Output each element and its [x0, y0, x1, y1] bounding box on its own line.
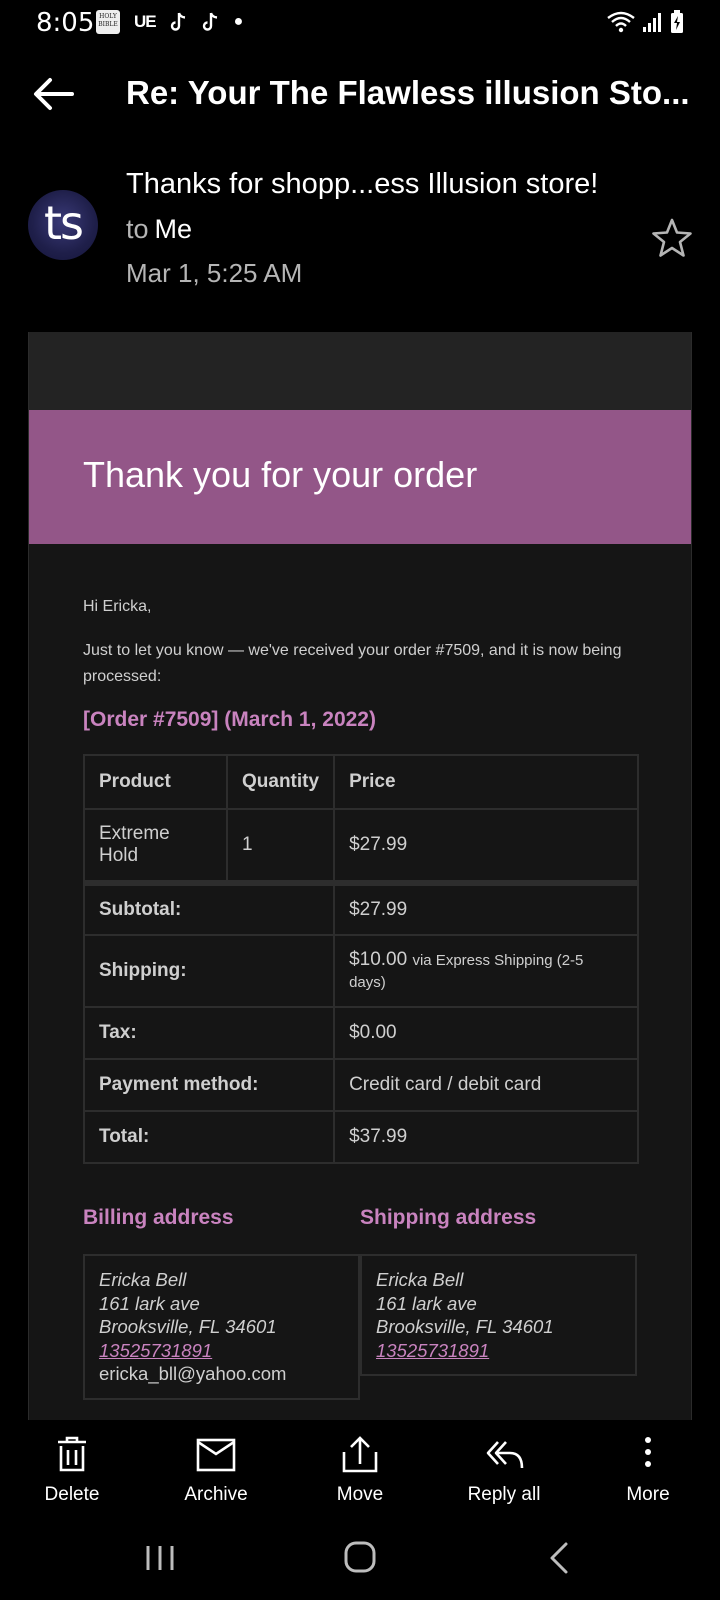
to-label: to — [126, 214, 149, 244]
column-header: Price — [333, 754, 639, 810]
table-header-row: Product Quantity Price — [83, 754, 639, 810]
billing-city: Brooksville, FL 34601 — [99, 1316, 277, 1337]
order-table: Product Quantity Price Extreme Hold 1 $2… — [82, 754, 639, 1164]
order-banner: Thank you for your order — [29, 410, 691, 544]
billing-heading: Billing address — [83, 1206, 234, 1229]
shipping-name: Ericka Bell — [376, 1269, 464, 1290]
subtotal-label: Subtotal: — [82, 880, 336, 936]
address-headings: Billing address Shipping address — [83, 1206, 637, 1230]
home-button[interactable] — [340, 1540, 380, 1576]
signal-icon — [643, 13, 661, 32]
payment-row: Payment method: Credit card / debit card — [82, 1058, 639, 1112]
payment-label: Payment method: — [82, 1058, 336, 1112]
shipping-value: $10.00 via Express Shipping (2-5 days) — [333, 934, 639, 1008]
billing-name: Ericka Bell — [99, 1269, 187, 1290]
product-price: $27.99 — [333, 808, 639, 884]
home-icon — [344, 1541, 376, 1573]
reply-all-icon — [486, 1441, 524, 1469]
battery-charging-icon — [671, 10, 683, 33]
archive-icon — [196, 1438, 236, 1472]
more-vertical-icon — [645, 1437, 651, 1467]
star-icon — [652, 218, 692, 257]
shipping-amount: $10.00 — [349, 949, 408, 970]
intro-text: Just to let you know — we've received yo… — [83, 642, 622, 685]
more-button[interactable]: More — [576, 1420, 720, 1516]
move-icon — [342, 1436, 378, 1473]
sender-snippet: Thanks for shopp...ess Illusion store! — [126, 168, 599, 200]
dot-icon: ● — [233, 13, 244, 30]
back-button[interactable] — [30, 74, 78, 114]
nav-back-button[interactable] — [540, 1540, 580, 1576]
tax-label: Tax: — [82, 1006, 336, 1060]
shipping-address: Ericka Bell 161 lark ave Brooksville, FL… — [360, 1254, 637, 1376]
product-name: Extreme Hold — [83, 808, 228, 884]
greeting: Hi Ericka, — [83, 598, 152, 615]
subtotal-row: Subtotal: $27.99 — [82, 880, 639, 936]
address-boxes: Ericka Bell 161 lark ave Brooksville, FL… — [83, 1254, 637, 1400]
total-label: Total: — [82, 1110, 336, 1164]
action-bar: Delete Archive Move Reply all More — [0, 1420, 720, 1516]
email-content: Hi Ericka, Just to let you know — we've … — [29, 544, 691, 1400]
email-subject: Re: Your The Flawless illusion Sto... — [126, 74, 690, 111]
banner-title: Thank you for your order — [83, 454, 478, 495]
chevron-left-icon — [550, 1542, 568, 1574]
status-bar: 8:05 HOLY BIBLE UE ● — [0, 0, 720, 46]
recipient-name: Me — [154, 214, 193, 244]
tiktok-icon — [202, 12, 217, 31]
arrow-left-icon — [34, 78, 74, 110]
subtotal-value: $27.99 — [333, 880, 639, 936]
ue-icon: UE — [134, 12, 157, 31]
tax-value: $0.00 — [333, 1006, 639, 1060]
column-header: Product — [83, 754, 228, 810]
column-header: Quantity — [225, 754, 336, 810]
email-top-spacer — [29, 332, 691, 410]
archive-label: Archive — [184, 1484, 248, 1505]
shipping-label: Shipping: — [82, 934, 336, 1008]
shipping-city: Brooksville, FL 34601 — [376, 1316, 554, 1337]
delete-button[interactable]: Delete — [0, 1420, 144, 1516]
recents-button[interactable] — [140, 1540, 180, 1576]
email-body[interactable]: Thank you for your order Hi Ericka, Just… — [28, 332, 692, 1420]
product-quantity: 1 — [225, 808, 336, 884]
tax-row: Tax: $0.00 — [82, 1006, 639, 1060]
billing-address: Ericka Bell 161 lark ave Brooksville, FL… — [83, 1254, 360, 1400]
payment-value: Credit card / debit card — [333, 1058, 639, 1112]
recents-icon — [146, 1546, 174, 1570]
reply-all-button[interactable]: Reply all — [432, 1420, 576, 1516]
shipping-phone-link[interactable]: 13525731891 — [376, 1339, 623, 1363]
recipient-line[interactable]: to Me — [126, 214, 192, 245]
billing-email[interactable]: ericka_bll@yahoo.com — [99, 1362, 346, 1386]
archive-button[interactable]: Archive — [144, 1420, 288, 1516]
total-value: $37.99 — [333, 1110, 639, 1164]
reply-all-label: Reply all — [467, 1484, 541, 1505]
total-row: Total: $37.99 — [82, 1110, 639, 1164]
shipping-row: Shipping: $10.00 via Express Shipping (2… — [82, 934, 639, 1008]
table-row: Extreme Hold 1 $27.99 — [83, 808, 639, 884]
system-nav-bar — [0, 1516, 720, 1600]
billing-street: 161 lark ave — [99, 1292, 200, 1314]
move-button[interactable]: Move — [288, 1420, 432, 1516]
more-label: More — [626, 1484, 670, 1505]
notification-icons: HOLY BIBLE UE ● — [96, 10, 243, 34]
trash-icon — [58, 1436, 86, 1472]
app-header: Re: Your The Flawless illusion Sto... — [0, 60, 720, 130]
system-icons — [606, 10, 684, 34]
email-date: Mar 1, 5:25 AM — [126, 258, 303, 288]
shipping-street: 161 lark ave — [376, 1292, 477, 1314]
status-time: 8:05 — [36, 8, 95, 38]
delete-label: Delete — [44, 1484, 100, 1505]
star-button[interactable] — [650, 216, 694, 260]
bible-app-icon: HOLY BIBLE — [96, 10, 120, 34]
move-label: Move — [336, 1484, 384, 1505]
shipping-heading: Shipping address — [360, 1206, 537, 1229]
tiktok-icon — [170, 12, 185, 31]
billing-phone-link[interactable]: 13525731891 — [99, 1339, 346, 1363]
order-heading: [Order #7509] (March 1, 2022) — [83, 708, 376, 731]
avatar[interactable]: ts — [28, 190, 98, 260]
wifi-icon — [607, 11, 635, 33]
